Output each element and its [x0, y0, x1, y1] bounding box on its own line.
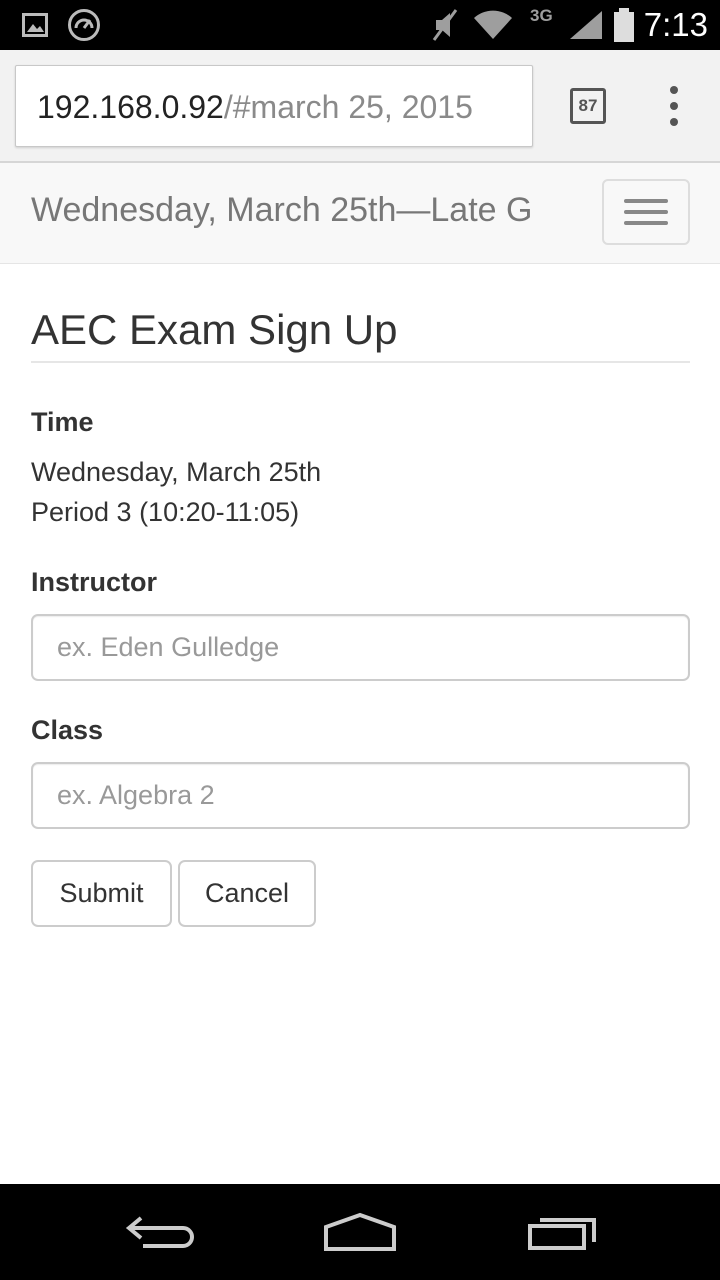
url-host: 192.168.0.92 — [37, 89, 224, 125]
wifi-icon — [472, 0, 514, 50]
back-icon[interactable] — [124, 1208, 196, 1256]
time-period: Period 3 (10:20-11:05) — [31, 497, 300, 527]
time-label: Time — [31, 407, 94, 437]
navbar-brand[interactable]: Wednesday, March 25th—Late G — [31, 163, 566, 261]
tab-switcher-button[interactable]: 87 — [570, 88, 606, 124]
image-notification-icon — [22, 0, 48, 50]
hamburger-icon[interactable] — [602, 179, 690, 245]
instructor-label: Instructor — [31, 567, 158, 597]
overflow-menu-icon[interactable] — [660, 86, 688, 126]
page-title: AEC Exam Sign Up — [31, 306, 398, 353]
network-type-label: 3G — [530, 6, 553, 25]
cancel-button[interactable]: Cancel — [178, 860, 316, 927]
title-divider — [31, 361, 690, 363]
class-label: Class — [31, 715, 104, 745]
status-clock: 7:13 — [643, 6, 708, 43]
time-date: Wednesday, March 25th — [31, 457, 322, 487]
mute-icon — [430, 0, 460, 50]
url-path: /#march 25, 2015 — [223, 89, 473, 125]
home-icon[interactable] — [322, 1208, 398, 1256]
system-navigation-bar — [0, 1184, 720, 1280]
battery-icon — [612, 0, 636, 50]
browser-toolbar: 192.168.0.92/#march 25, 2015 87 — [0, 50, 720, 163]
site-navbar: Wednesday, March 25th—Late G — [0, 163, 720, 264]
submit-button[interactable]: Submit — [31, 860, 172, 927]
address-bar[interactable]: 192.168.0.92/#march 25, 2015 — [15, 65, 533, 147]
recents-icon[interactable] — [526, 1208, 598, 1256]
signal-icon — [568, 0, 604, 50]
status-bar: 3G 7:13 — [0, 0, 720, 50]
speedometer-notification-icon — [67, 0, 101, 50]
class-input[interactable] — [31, 762, 690, 829]
instructor-input[interactable] — [31, 614, 690, 681]
